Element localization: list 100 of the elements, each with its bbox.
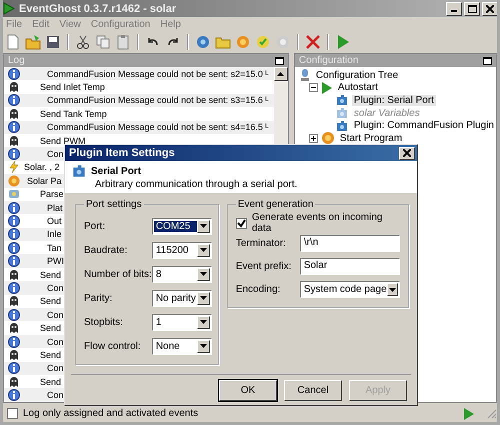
log-entry: Send Tank Temp	[40, 108, 107, 119]
play-icon	[3, 2, 15, 15]
play-icon	[463, 406, 475, 420]
group-title: Event generation	[236, 199, 314, 210]
dropdown[interactable]: System code page	[300, 281, 400, 298]
info-icon	[8, 282, 20, 294]
minimize-button[interactable]	[446, 2, 462, 16]
tree-item[interactable]: Plugin: Serial Port	[352, 94, 436, 106]
info-icon	[8, 202, 20, 214]
field-label: Terminator:	[236, 238, 287, 249]
tree-item[interactable]: Start Program	[338, 132, 404, 144]
info-icon	[8, 121, 20, 134]
close-icon	[486, 4, 494, 12]
info-icon	[8, 242, 20, 254]
log-entry: Con	[47, 310, 64, 320]
field-label: Baudrate:	[84, 244, 128, 256]
ghost-icon	[8, 81, 20, 94]
cut-icon[interactable]	[75, 34, 91, 50]
close-icon	[403, 149, 411, 157]
log-entry: Send	[40, 376, 62, 387]
dropdown[interactable]: 8	[152, 266, 212, 282]
tree-item[interactable]: Configuration Tree	[314, 70, 400, 81]
dropdown[interactable]: None	[152, 338, 212, 354]
log-entry: Send	[40, 323, 62, 334]
info-icon	[8, 362, 20, 374]
log-entry: Con	[47, 336, 64, 346]
maximize-icon[interactable]	[483, 56, 492, 64]
expand-icon[interactable]	[308, 134, 318, 143]
checkbox-label: Generate events on incoming data	[252, 212, 384, 234]
log-entry: Send	[40, 350, 62, 360]
panel-title: Configuration	[298, 55, 358, 66]
log-entry: Con	[47, 282, 64, 293]
delete-icon[interactable]	[305, 34, 321, 50]
tree-item[interactable]: Autostart	[336, 82, 380, 94]
field-label: Event prefix:	[236, 261, 292, 272]
plugin-icon	[8, 188, 20, 200]
paste-icon[interactable]	[115, 34, 131, 50]
log-entry: Out	[47, 216, 62, 226]
log-entry: Send PWM	[40, 136, 86, 146]
ghost-icon	[8, 322, 20, 334]
log-entry: CommandFusion Message could not be sent: s4=16.5 ᴸ	[47, 122, 269, 132]
checkbox[interactable]	[7, 408, 18, 419]
log-entry: Send	[40, 270, 62, 280]
log-entry: CommandFusion Message could not be sent: s3=15.6 ᴸ	[47, 95, 269, 106]
plugin-name: Serial Port	[91, 166, 142, 176]
log-entry: Inle	[47, 229, 62, 240]
plugin-icon[interactable]	[195, 34, 211, 50]
input-field[interactable]: \r\n	[300, 235, 400, 252]
checkbox-label: Log only assigned and activated events	[23, 408, 200, 419]
new-icon[interactable]	[5, 34, 21, 50]
info-icon	[8, 214, 20, 227]
log-entry: CommandFusion Message could not be sent: s2=15.0 ᴸ	[47, 68, 269, 79]
caret-icon	[388, 288, 396, 292]
ghost-icon	[8, 348, 20, 361]
check-icon	[236, 218, 246, 228]
dropdown[interactable]: No parity	[152, 290, 212, 306]
save-icon[interactable]	[45, 34, 61, 50]
log-entry: Parse	[40, 189, 64, 200]
close-button[interactable]	[399, 146, 415, 160]
log-entry: Send Inlet Temp	[40, 82, 105, 92]
scroll-up-button[interactable]	[274, 67, 288, 81]
scroll-up-icon	[277, 72, 284, 76]
field-label: Encoding:	[236, 284, 282, 295]
minimize-icon	[451, 10, 457, 12]
maximize-button[interactable]	[464, 2, 480, 16]
collapse-icon[interactable]	[308, 83, 318, 92]
log-entry: Solar Pa	[27, 176, 62, 186]
dialog-button[interactable]: OK	[219, 380, 277, 400]
log-entry: Con	[47, 149, 64, 160]
tree-item[interactable]: Plugin: CommandFusion Plugin	[352, 120, 496, 132]
dropdown[interactable]: 1	[152, 314, 212, 330]
window-title: EventGhost 0.3.7.r1462 - solar	[19, 2, 178, 14]
log-entry: PWI	[47, 256, 64, 266]
plugin-description: Arbitrary communication through a serial port.	[95, 179, 298, 190]
ghost-icon	[8, 108, 20, 120]
info-icon	[8, 68, 20, 80]
close-button[interactable]	[482, 2, 497, 16]
log-entry: Con	[47, 390, 64, 400]
ghost-icon	[8, 376, 20, 388]
maximize-icon[interactable]	[274, 56, 284, 64]
plugin-icon	[334, 93, 349, 108]
panel-title: Log	[8, 55, 25, 66]
dialog-button[interactable]: Cancel	[284, 380, 342, 400]
dropdown[interactable]: COM25	[152, 218, 212, 234]
info-icon	[8, 228, 20, 240]
dialog-title: Plugin Item Settings	[69, 147, 175, 159]
checkbox[interactable]	[236, 218, 247, 228]
ghost-icon	[8, 134, 20, 147]
caret-icon	[200, 272, 207, 276]
field-label: Flow control:	[84, 340, 141, 352]
log-entry: Send	[40, 296, 62, 306]
input-field[interactable]: Solar	[300, 258, 400, 275]
caret-icon	[200, 248, 207, 252]
field-label: Parity:	[84, 292, 112, 304]
log-entry: Con	[47, 363, 64, 374]
dropdown[interactable]: 115200	[152, 242, 212, 258]
log-entry: Solar. , 2	[24, 162, 60, 172]
resize-grip-icon[interactable]	[486, 408, 497, 419]
caret-icon	[200, 344, 207, 348]
info-icon	[8, 148, 20, 160]
